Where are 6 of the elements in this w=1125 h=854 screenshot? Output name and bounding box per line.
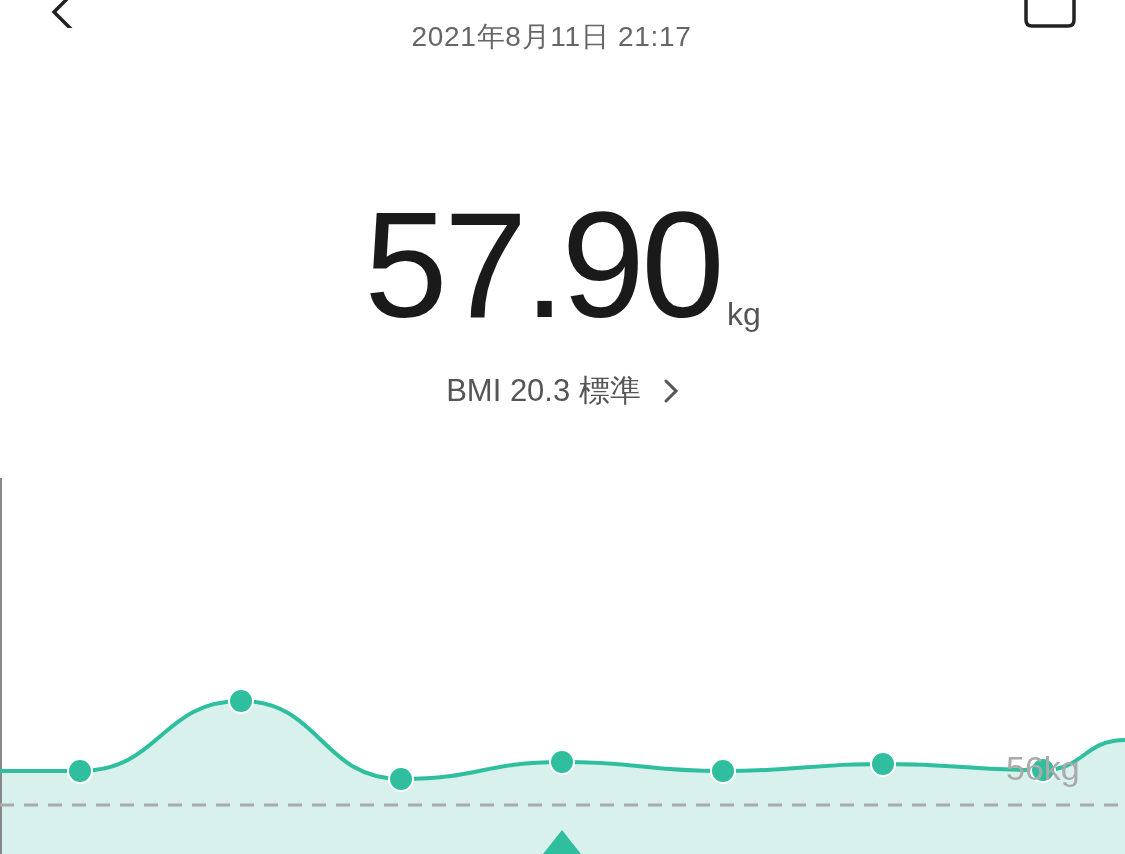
- chevron-icon: [662, 378, 679, 405]
- weight-value: 57.90: [364, 190, 721, 340]
- bmi-link[interactable]: BMI 20.3 標準: [446, 368, 679, 415]
- weight-unit: kg: [726, 295, 761, 334]
- date-time: 2021年8月11日 21:17: [411, 20, 692, 54]
- share-icon[interactable]: [1023, 0, 1077, 28]
